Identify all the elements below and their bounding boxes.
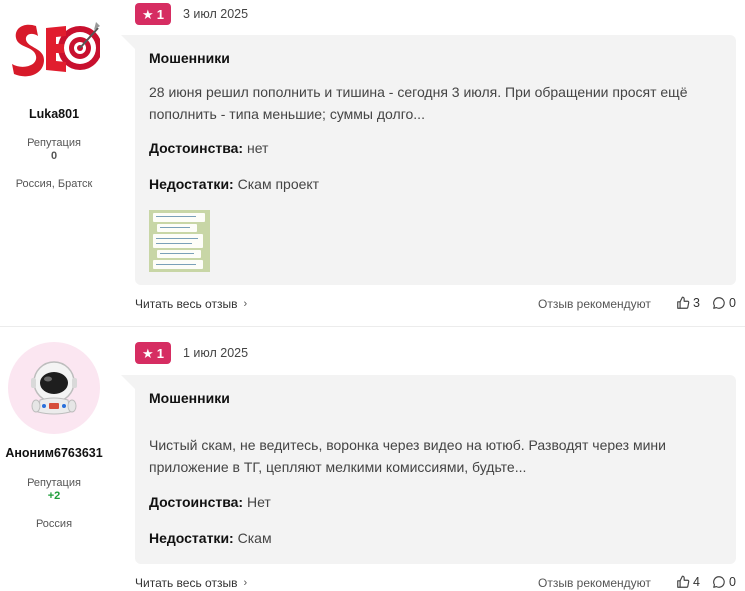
pros-label: Достоинства: bbox=[149, 140, 244, 156]
author-location: Россия, Братск bbox=[15, 178, 93, 190]
recommend-label: Отзыв рекомендуют bbox=[538, 297, 651, 311]
review-title[interactable]: Мошенники bbox=[149, 50, 230, 66]
like-count: 3 bbox=[693, 296, 700, 310]
astronaut-icon bbox=[31, 361, 77, 415]
rating-value: 1 bbox=[156, 6, 164, 22]
chevron-right-icon: › bbox=[243, 298, 248, 310]
cons-label: Недостатки: bbox=[149, 530, 234, 546]
read-full-review-link[interactable]: Читать весь отзыв › bbox=[135, 576, 247, 590]
username[interactable]: Luka801 bbox=[0, 107, 108, 121]
read-more-label: Читать весь отзыв bbox=[135, 297, 238, 311]
comment-icon bbox=[712, 575, 726, 589]
pros-value: Нет bbox=[247, 494, 271, 510]
reputation-value: 0 bbox=[50, 150, 58, 162]
pros-label: Достоинства: bbox=[149, 494, 244, 510]
reputation-value: +2 bbox=[47, 490, 61, 502]
review-title[interactable]: Мошенники bbox=[149, 390, 230, 406]
review-date: 3 июл 2025 bbox=[183, 7, 249, 21]
read-full-review-link[interactable]: Читать весь отзыв › bbox=[135, 297, 247, 311]
review-pros: Достоинства: Нет bbox=[149, 494, 271, 510]
like-count: 4 bbox=[693, 575, 700, 589]
cons-label: Недостатки: bbox=[149, 176, 234, 192]
comment-count: 0 bbox=[729, 296, 736, 310]
rating-value: 1 bbox=[156, 345, 164, 361]
author-location: Россия bbox=[35, 518, 73, 530]
review-card: Аноним6763631 Репутация +2 Россия ★ 1 1 … bbox=[0, 326, 745, 591]
avatar[interactable] bbox=[8, 8, 102, 100]
review-card: Luka801 Репутация 0 Россия, Братск ★ 1 3… bbox=[0, 0, 745, 326]
review-text[interactable]: 28 июня решил пополнить и тишина - сегод… bbox=[149, 81, 719, 125]
review-pros: Достоинства: нет bbox=[149, 140, 268, 156]
review-body: Мошенники Чистый скам, не ведитесь, воро… bbox=[121, 375, 736, 564]
thumbs-up-icon bbox=[676, 296, 690, 310]
cons-value: Скам проект bbox=[237, 176, 320, 192]
review-cons: Недостатки: Скам проект bbox=[149, 176, 319, 192]
chevron-right-icon: › bbox=[243, 577, 248, 589]
comment-count: 0 bbox=[729, 575, 736, 589]
reputation-label: Репутация bbox=[27, 477, 81, 489]
review-date: 1 июл 2025 bbox=[183, 346, 249, 360]
attachment-thumbnail[interactable] bbox=[149, 210, 210, 272]
like-button[interactable]: 3 bbox=[676, 296, 700, 310]
comments-button[interactable]: 0 bbox=[712, 575, 736, 589]
recommend-label: Отзыв рекомендуют bbox=[538, 576, 651, 590]
reputation-label: Репутация bbox=[27, 137, 81, 149]
star-icon: ★ bbox=[142, 345, 154, 361]
username[interactable]: Аноним6763631 bbox=[0, 446, 108, 460]
cons-value: Скам bbox=[237, 530, 272, 546]
read-more-label: Читать весь отзыв bbox=[135, 576, 238, 590]
comment-icon bbox=[712, 296, 726, 310]
rating-badge: ★ 1 bbox=[135, 342, 171, 364]
review-body: Мошенники 28 июня решил пополнить и тиши… bbox=[121, 35, 736, 285]
comments-button[interactable]: 0 bbox=[712, 296, 736, 310]
seo-logo-icon bbox=[12, 22, 102, 77]
rating-badge: ★ 1 bbox=[135, 3, 171, 25]
review-cons: Недостатки: Скам bbox=[149, 530, 272, 546]
star-icon: ★ bbox=[142, 6, 154, 22]
pros-value: нет bbox=[247, 140, 269, 156]
review-text[interactable]: Чистый скам, не ведитесь, воронка через … bbox=[149, 434, 719, 478]
like-button[interactable]: 4 bbox=[676, 575, 700, 589]
avatar[interactable] bbox=[8, 342, 100, 434]
thumbs-up-icon bbox=[676, 575, 690, 589]
